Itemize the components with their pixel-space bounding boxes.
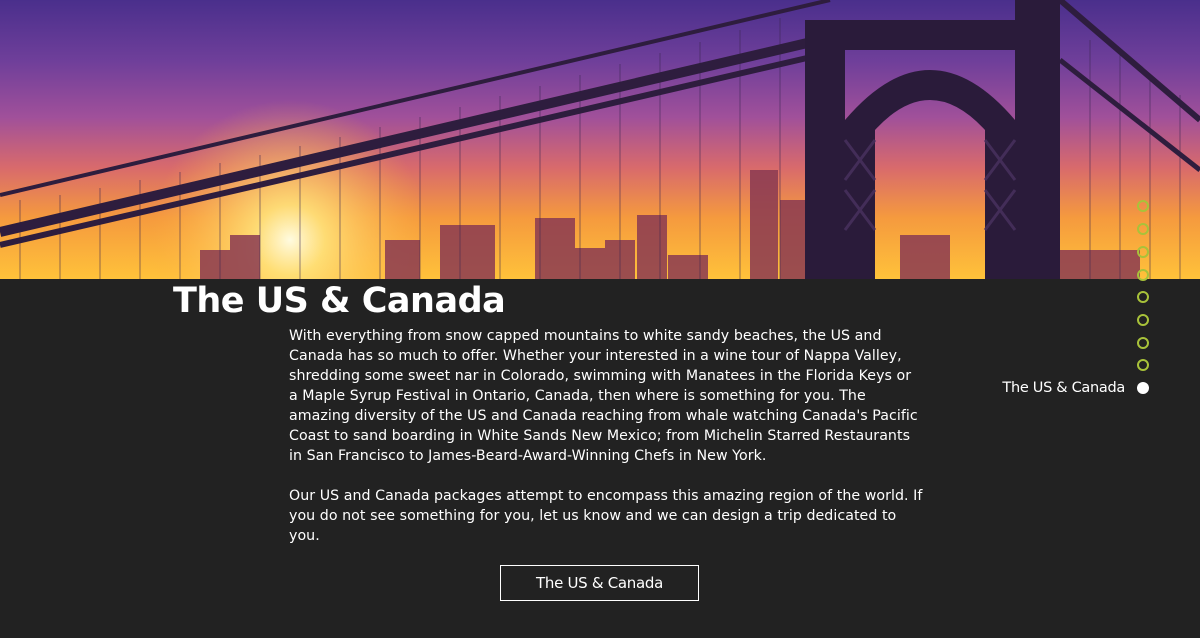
page-nav-dot-4[interactable] xyxy=(1137,269,1149,281)
page-nav-dot-5[interactable] xyxy=(1137,291,1149,303)
bridge-skyline-illustration xyxy=(0,0,1200,279)
page-nav-dot-1[interactable] xyxy=(1137,200,1149,212)
explore-button[interactable]: The US & Canada xyxy=(500,565,699,601)
page-nav-dot-6[interactable] xyxy=(1137,314,1149,326)
page-nav-dot-3[interactable] xyxy=(1137,246,1149,258)
description-paragraph: Our US and Canada packages attempt to en… xyxy=(289,488,923,544)
page-nav-active-label: The US & Canada xyxy=(1002,380,1125,396)
section-description: With everything from snow capped mountai… xyxy=(289,326,924,546)
page-nav-dot-2[interactable] xyxy=(1137,223,1149,235)
section-title: The US & Canada xyxy=(173,281,506,321)
hero-image xyxy=(0,0,1200,279)
page-nav-dot-8[interactable] xyxy=(1137,359,1149,371)
description-paragraph: With everything from snow capped mountai… xyxy=(289,328,918,464)
page-nav-dot-7[interactable] xyxy=(1137,337,1149,349)
page-nav-dot-active[interactable] xyxy=(1137,382,1149,394)
